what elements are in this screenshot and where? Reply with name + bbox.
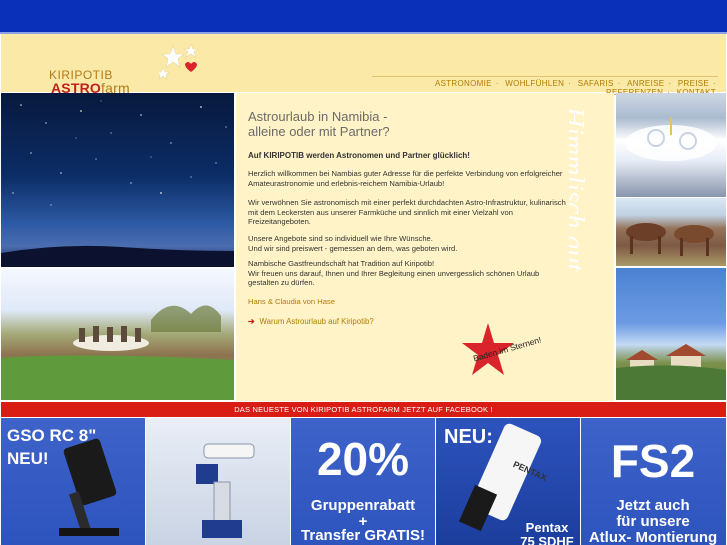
- dinner-scene-image: [1, 305, 234, 400]
- promo-tile-group-discount[interactable]: 20% Gruppenrabatt + Transfer GRATIS!: [291, 418, 436, 545]
- discount-line3: Transfer GRATIS!: [301, 527, 425, 544]
- slogan-text: Himmlisch gut: [569, 107, 589, 272]
- nav-astronomie[interactable]: ASTRONOMIE: [433, 79, 494, 88]
- discount-line1: Gruppenrabatt: [310, 497, 416, 514]
- promo-tiles: GSO RC 8" NEU! 20% Gruppenrabatt + Transf…: [1, 418, 726, 545]
- new-label: NEU:: [444, 426, 493, 448]
- promo-tile-fs2[interactable]: FS2 Jetzt auch für unsere Atlux- Montier…: [581, 418, 726, 545]
- pentax-label: Pentax 75 SDHF: [520, 520, 574, 545]
- hospitality-paragraph: Nambische Gastfreundschaft hat Tradition…: [248, 259, 540, 287]
- table-setting-photo: [616, 93, 726, 197]
- offer-paragraph: Wir verwöhnen Sie astronomisch mit einer…: [248, 198, 566, 226]
- horses-image: [626, 223, 714, 256]
- prices-paragraph: Unsere Angebote sind so individuell wie …: [248, 234, 458, 253]
- why-link[interactable]: ➔ Warum Astrourlaub auf Kiripotib?: [248, 317, 448, 327]
- main-content: Astrourlaub in Namibia - alleine oder mit…: [236, 93, 614, 401]
- nav-safaris[interactable]: SAFARIS: [576, 79, 616, 88]
- horses-photo: [616, 198, 726, 266]
- lodge-photo: [616, 268, 726, 400]
- lead-text: Auf KIRIPOTIB werden Astronomen und Part…: [248, 151, 470, 160]
- promo-tile-gso[interactable]: GSO RC 8" NEU!: [1, 418, 146, 545]
- facebook-news-bar[interactable]: DAS NEUESTE VON KIRIPOTIB ASTROFARM JETZ…: [1, 402, 726, 417]
- stars-logo-icon: [159, 44, 199, 80]
- nav-separator: ·: [713, 79, 716, 88]
- night-sky-photo: [1, 93, 234, 267]
- page-title: Astrourlaub in Namibia - alleine oder mit…: [248, 109, 390, 139]
- nav-separator: ·: [495, 79, 499, 88]
- arrow-right-icon: ➔: [248, 317, 255, 326]
- nav-anreise[interactable]: ANREISE: [625, 79, 666, 88]
- outdoor-dinner-photo: [1, 268, 234, 400]
- signature: Hans & Claudia von Hase: [248, 297, 335, 306]
- gso-label: GSO RC 8" NEU!: [7, 426, 97, 468]
- site-header: KIRIPOTIB ASTROfarm ASTRONOMIE · WOHLFÜHL…: [1, 34, 726, 97]
- promo-tile-mount[interactable]: [146, 418, 291, 545]
- vertical-slogan: Himmlisch gut: [569, 103, 615, 383]
- nav-preise[interactable]: PREISE: [676, 79, 711, 88]
- nav-separator: ·: [568, 79, 572, 88]
- fs2-line3: Atlux- Montierung: [588, 529, 718, 545]
- promo-tile-pentax[interactable]: NEU: PENTAX Pentax 75 SDHF: [436, 418, 581, 545]
- site-logo[interactable]: KIRIPOTIB ASTROfarm: [41, 44, 199, 96]
- telescope-mount-icon: [196, 443, 255, 538]
- why-link-label: Warum Astrourlaub auf Kiripotib?: [259, 317, 374, 326]
- lodge-image: [616, 344, 726, 400]
- fs2-line2: für unsere: [616, 513, 690, 530]
- starfield-image: [1, 100, 234, 267]
- fs2-line1: Jetzt auch: [616, 497, 690, 514]
- top-banner-bar: [0, 0, 727, 34]
- nav-wohlfuehlen[interactable]: WOHLFÜHLEN: [503, 79, 566, 88]
- table-setting-image: [625, 117, 717, 161]
- discount-percent: 20%: [316, 433, 410, 485]
- nav-separator: ·: [668, 79, 672, 88]
- nav-separator: ·: [617, 79, 621, 88]
- intro-paragraph: Herzlich willkommen bei Nambias guter Ad…: [248, 169, 563, 188]
- fs2-title: FS2: [610, 435, 696, 487]
